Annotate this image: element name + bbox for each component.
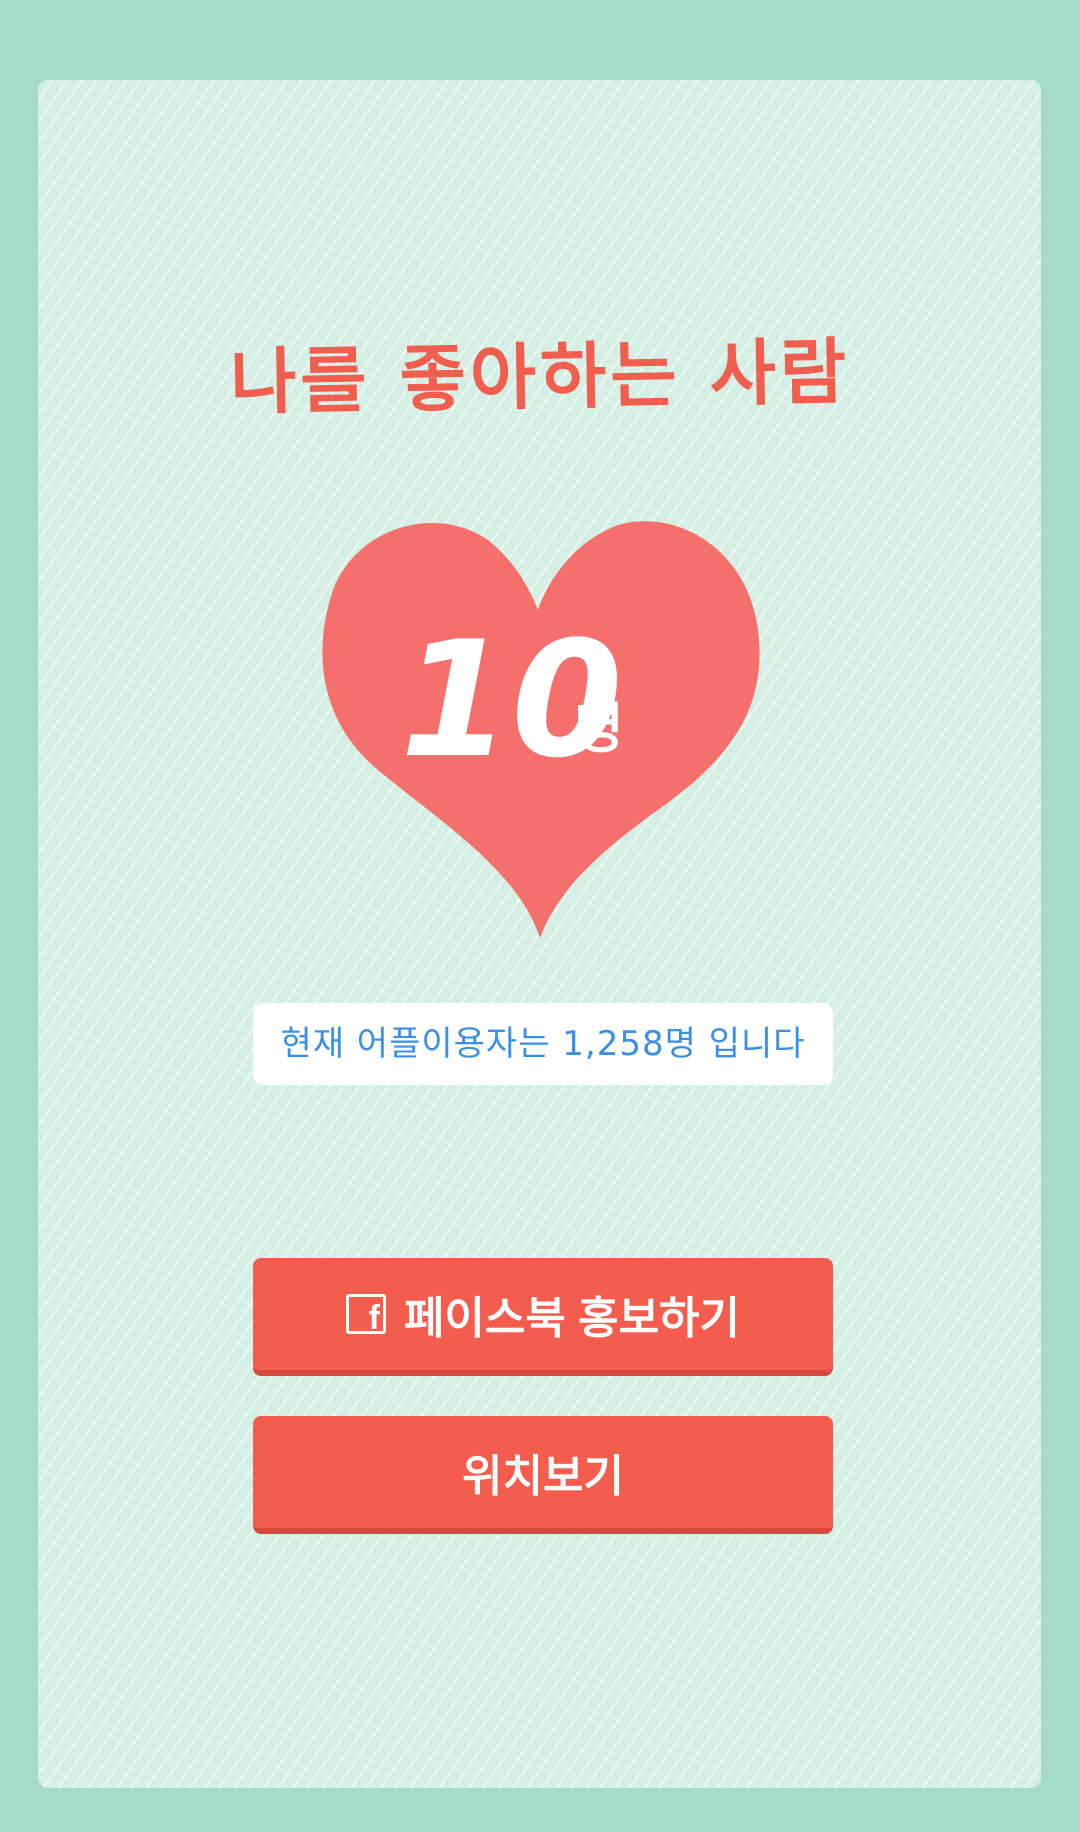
facebook-icon-glyph: f	[368, 1299, 380, 1337]
facebook-icon: f	[345, 1294, 386, 1337]
view-location-button[interactable]: 위치보기	[253, 1416, 833, 1534]
heart-counter: 10 명	[318, 520, 760, 938]
view-location-label: 위치보기	[462, 1452, 624, 1501]
page-title: 나를 좋아하는 사람	[229, 329, 851, 425]
liker-count-unit: 명	[574, 697, 624, 760]
facebook-promote-button[interactable]: f 페이스북 홍보하기	[253, 1258, 833, 1376]
user-count-info: 현재 어플이용자는 1,258명 입니다	[253, 1003, 833, 1085]
facebook-promote-label: 페이스북 홍보하기	[403, 1294, 741, 1343]
